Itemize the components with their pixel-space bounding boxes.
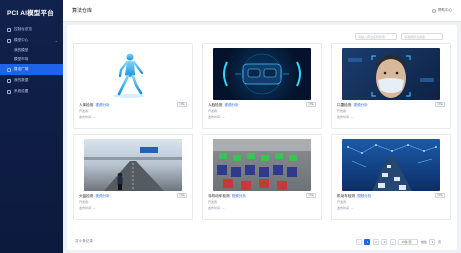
card-title: 头盔检测 视频分析: [79, 194, 110, 198]
goto-label: 前往: [420, 240, 427, 244]
sidebar-item-label: 模型中心: [14, 38, 29, 42]
sidebar-item-label: 算法广场: [14, 67, 29, 71]
detail-button[interactable]: 详情: [435, 193, 445, 198]
card-thumbnail: [342, 139, 440, 191]
sidebar-item-label: 我的数据: [14, 78, 29, 82]
page-button[interactable]: 1: [364, 239, 371, 245]
card-thumbnail: [213, 48, 311, 100]
card-date: 发布时间: —: [79, 206, 96, 210]
card-date: 发布时间: —: [208, 115, 225, 119]
detail-button[interactable]: 详情: [306, 193, 316, 198]
sidebar-item-algorithm-square[interactable]: 算法广场: [0, 64, 63, 75]
card-thumbnail: [342, 48, 440, 100]
helmet-road-image: [84, 147, 182, 191]
card-date: 发布时间: —: [337, 115, 354, 119]
card-title: 机动车检测 视频分析: [337, 194, 372, 198]
sidebar-item-label: 我的模型: [14, 48, 29, 52]
sidebar: PCI AI模型平台 控制台总览 模型中心 ⌄ 我的模型 模型市场 算法广场 我…: [0, 0, 63, 253]
help-label: 帮助中心: [438, 8, 452, 12]
sidebar-item-model-center[interactable]: 模型中心 ⌄: [0, 35, 63, 46]
database-icon: [7, 78, 11, 83]
help-link[interactable]: 帮助中心: [432, 8, 452, 13]
page-button[interactable]: 3: [381, 239, 388, 245]
prev-page-button[interactable]: ‹: [355, 239, 362, 245]
app-title: PCI AI模型平台: [7, 10, 54, 17]
sidebar-item-model-market[interactable]: 模型市场: [0, 55, 63, 64]
dashboard-icon: [7, 27, 11, 32]
top-bar: 算法仓库 帮助中心: [63, 0, 461, 22]
detail-button[interactable]: 详情: [306, 102, 316, 107]
algorithm-card[interactable]: 非机动车检测 视频分析 详情 开发者: 发布时间: —: [202, 134, 322, 220]
traffic-network-image: [347, 144, 437, 191]
filter-bar: 请输入算法名称搜索 请选择算法类型: [355, 33, 443, 40]
algorithm-card[interactable]: 人脸检测 视频分析 详情 开发者: 发布时间: —: [202, 43, 322, 129]
detail-button[interactable]: 详情: [435, 102, 445, 107]
help-icon: [432, 8, 436, 13]
algorithm-card[interactable]: 机动车检测 视频分析 详情 开发者: 发布时间: —: [331, 134, 451, 220]
card-developer: 开发者:: [208, 109, 218, 113]
detail-button[interactable]: 详情: [177, 102, 187, 107]
page-title: 算法仓库: [72, 8, 93, 14]
grid-icon: [7, 67, 11, 72]
card-thumbnail: [213, 139, 311, 191]
main-area: 算法仓库 帮助中心 请输入算法名称搜索 请选择算法类型 人体检测 视频分析 详情…: [63, 0, 461, 253]
card-thumbnail: [84, 48, 182, 100]
search-input[interactable]: 请输入算法名称搜索: [355, 33, 397, 40]
detail-button[interactable]: 详情: [177, 193, 187, 198]
content-panel: 请输入算法名称搜索 请选择算法类型 人体检测 视频分析 详情 开发者: 发布时间…: [67, 25, 457, 250]
sidebar-item-label: 模型市场: [14, 57, 29, 61]
sidebar-item-dashboard[interactable]: 控制台总览: [0, 24, 63, 35]
face-scan-image: [223, 53, 301, 95]
type-select[interactable]: 请选择算法类型: [401, 33, 443, 40]
gear-icon: [7, 89, 11, 94]
card-title: 口罩检测 视频分析: [337, 103, 368, 107]
page-size-select[interactable]: 10条/页: [398, 239, 419, 245]
model-icon: [7, 38, 11, 43]
card-developer: 开发者:: [337, 109, 347, 113]
human-figure-image: [113, 53, 145, 98]
card-date: 发布时间: —: [208, 206, 225, 210]
bikes-parking-image: [213, 139, 311, 190]
card-developer: 开发者:: [208, 200, 218, 204]
card-developer: 开发者:: [337, 200, 347, 204]
sidebar-item-label: 系统设置: [14, 89, 29, 93]
algorithm-card[interactable]: 头盔检测 视频分析 详情 开发者: 发布时间: —: [73, 134, 193, 220]
card-date: 发布时间: —: [79, 115, 96, 119]
sidebar-item-my-models[interactable]: 我的模型: [0, 46, 63, 55]
card-thumbnail: [84, 139, 182, 191]
algorithm-card[interactable]: 人体检测 视频分析 详情 开发者: 发布时间: —: [73, 43, 193, 129]
total-count: 共 6 条记录: [75, 239, 93, 243]
sidebar-item-label: 控制台总览: [14, 27, 32, 31]
mask-face-image: [348, 55, 434, 98]
sidebar-item-settings[interactable]: 系统设置: [0, 86, 63, 97]
algorithm-card[interactable]: 口罩检测 视频分析 详情 开发者: 发布时间: —: [331, 43, 451, 129]
chevron-down-icon: ⌄: [54, 38, 58, 43]
next-page-button[interactable]: ›: [389, 239, 396, 245]
page-button[interactable]: 2: [372, 239, 379, 245]
goto-input[interactable]: 1: [429, 239, 436, 245]
card-title: 人脸检测 视频分析: [208, 103, 239, 107]
card-title: 非机动车检测 视频分析: [208, 194, 246, 198]
pagination: ‹ 1 2 3 › 10条/页 前往 1 页: [355, 239, 441, 245]
card-developer: 开发者:: [79, 200, 89, 204]
card-title: 人体检测 视频分析: [79, 103, 110, 107]
page-unit: 页: [437, 240, 441, 244]
card-developer: 开发者:: [79, 109, 89, 113]
sidebar-item-my-data[interactable]: 我的数据: [0, 75, 63, 86]
card-date: 发布时间: —: [337, 206, 354, 210]
